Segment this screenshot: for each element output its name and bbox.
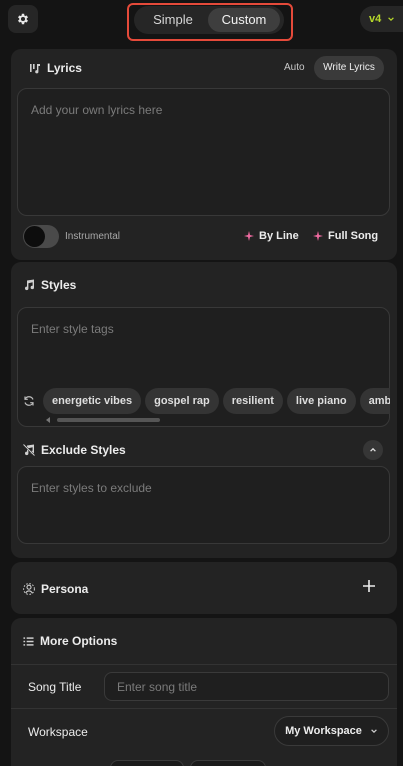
lyrics-icon [30,64,40,74]
workspace-value: My Workspace [285,725,362,737]
song-title-input[interactable]: Enter song title [104,672,389,701]
chevron-down-icon [371,729,377,734]
mode-switch: Simple Custom [134,6,284,34]
full-song-button[interactable]: Full Song [313,230,378,242]
write-lyrics-button[interactable]: Write Lyrics [314,56,384,80]
style-tags-placeholder: Enter style tags [31,322,114,336]
tags-scrollbar[interactable] [37,417,393,423]
persona-title: Persona [41,582,89,596]
style-tag[interactable]: live piano [286,388,356,414]
by-line-button[interactable]: By Line [244,230,299,242]
lyrics-panel: Lyrics Auto Write Lyrics Add your own ly… [11,49,397,260]
lyrics-title: Lyrics [47,61,82,75]
refresh-icon[interactable] [23,395,35,407]
chevron-up-icon [370,447,376,452]
scrollbar-thumb[interactable] [57,418,160,422]
divider [11,708,397,709]
song-title-placeholder: Enter song title [117,680,198,694]
more-options-header[interactable]: More Options [23,634,117,648]
style-tag[interactable]: ambient [359,388,390,414]
collapse-exclude-button[interactable] [363,440,383,460]
plus-icon[interactable] [361,578,377,594]
persona-panel[interactable]: Persona [11,562,397,614]
persona-header: Persona [23,582,88,596]
chevron-down-icon [388,17,395,22]
lyrics-placeholder: Add your own lyrics here [31,103,163,117]
music-note-icon [25,279,34,291]
exclude-styles-placeholder: Enter styles to exclude [31,481,152,495]
more-options-title: More Options [40,634,118,648]
style-tag[interactable]: gospel rap [145,388,219,414]
gear-icon [18,13,28,25]
mode-custom-tab[interactable]: Custom [208,8,280,32]
exclude-styles-input[interactable]: Enter styles to exclude [17,466,390,544]
exclude-styles-header: Exclude Styles [23,443,126,457]
workspace-label: Workspace [28,725,88,739]
top-bar: Simple Custom v4 [0,0,403,41]
persona-icon [23,583,35,595]
workspace-select[interactable]: My Workspace [274,716,389,746]
more-options-panel: More Options Song Title Enter song title… [11,618,397,766]
scroll-left-icon[interactable] [45,417,51,423]
by-line-label: By Line [259,230,299,242]
instrumental-toggle[interactable] [23,225,59,248]
sparkle-icon [313,231,323,241]
style-tag[interactable]: resilient [222,388,283,414]
exclude-styles-title: Exclude Styles [41,443,126,457]
lyrics-input[interactable]: Add your own lyrics here [17,88,390,216]
lyrics-header: Lyrics [29,61,82,75]
song-title-label: Song Title [28,680,82,694]
auto-lyrics-option[interactable]: Auto [284,62,305,73]
styles-panel: Styles Enter style tags energetic vibes … [11,262,397,558]
styles-header: Styles [23,278,76,292]
style-tags-row: energetic vibes gospel rap resilient liv… [23,388,390,414]
version-selector[interactable]: v4 [360,6,403,32]
divider [11,664,397,665]
sparkle-icon [244,231,254,241]
mode-simple-tab[interactable]: Simple [138,6,208,34]
bottom-button-peek[interactable] [190,760,266,766]
toggle-knob [24,226,45,247]
bottom-button-peek[interactable] [110,760,184,766]
full-song-label: Full Song [328,230,379,242]
list-icon [23,636,34,646]
settings-button[interactable] [8,5,38,33]
styles-title: Styles [41,278,77,292]
version-label: v4 [369,13,382,25]
style-tag[interactable]: energetic vibes [43,388,142,414]
exclude-music-icon [23,444,35,456]
instrumental-label: Instrumental [65,231,121,242]
style-tags-track: energetic vibes gospel rap resilient liv… [43,388,390,414]
